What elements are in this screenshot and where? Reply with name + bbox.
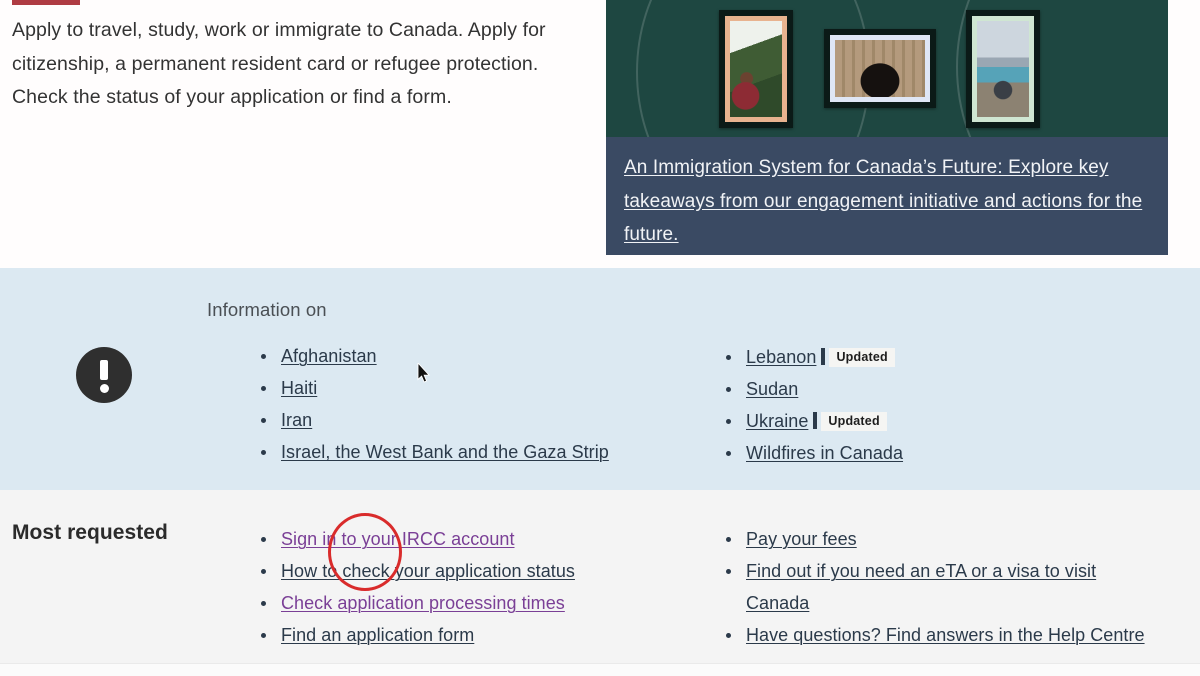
- exclamation-stem: [100, 360, 108, 380]
- most-requested-title: Most requested: [12, 521, 168, 544]
- link-ukraine[interactable]: Ukraine: [746, 411, 808, 431]
- list-item: Sudan: [726, 373, 1133, 405]
- link-sudan[interactable]: Sudan: [746, 379, 798, 399]
- hero-photo-frame-1: [719, 10, 793, 128]
- list-item: Find out if you need an eTA or a visa to…: [726, 555, 1153, 619]
- link-pay-your-fees[interactable]: Pay your fees: [746, 529, 857, 549]
- most-requested-left-column: Sign in to your IRCC account How to chec…: [248, 523, 668, 651]
- most-requested-right-list: Pay your fees Find out if you need an eT…: [713, 523, 1153, 651]
- hero-caption-link[interactable]: An Immigration System for Canada’s Futur…: [624, 151, 1150, 252]
- information-on-label: Information on: [207, 299, 327, 320]
- link-haiti[interactable]: Haiti: [281, 378, 317, 398]
- list-item: Ukraine Updated: [726, 405, 1133, 437]
- badge-separator: [813, 412, 818, 429]
- red-accent-bar: [12, 0, 80, 5]
- photo-person-arms-raised-at-mountain-lake: [977, 21, 1029, 117]
- most-requested-right-column: Pay your fees Find out if you need an eT…: [713, 523, 1153, 651]
- link-wildfires-in-canada[interactable]: Wildfires in Canada: [746, 443, 903, 463]
- hero-photo-frame-3: [966, 10, 1040, 128]
- link-afghanistan[interactable]: Afghanistan: [281, 346, 377, 366]
- exclamation-dot: [99, 384, 109, 393]
- information-on-right-list: Lebanon Updated Sudan Ukraine Updated Wild…: [713, 341, 1133, 469]
- footer-strip: [0, 663, 1200, 676]
- photo-woman-wearing-hijab-smiling: [835, 40, 925, 97]
- list-item: Check application processing times: [261, 587, 668, 619]
- status-badge-updated: Updated: [821, 412, 887, 431]
- list-item: Haiti: [261, 372, 648, 404]
- list-item: Pay your fees: [726, 523, 1153, 555]
- photo-mat: [830, 35, 930, 102]
- list-item: Sign in to your IRCC account: [261, 523, 668, 555]
- link-sign-in-to-ircc-account[interactable]: Sign in to your IRCC account: [281, 529, 515, 549]
- hero-promo-panel[interactable]: An Immigration System for Canada’s Futur…: [606, 0, 1168, 255]
- list-item: Afghanistan: [261, 340, 648, 372]
- link-israel-west-bank-gaza-strip[interactable]: Israel, the West Bank and the Gaza Strip: [281, 442, 609, 462]
- list-item: Israel, the West Bank and the Gaza Strip: [261, 436, 648, 468]
- link-find-an-application-form[interactable]: Find an application form: [281, 625, 474, 645]
- most-requested-left-list: Sign in to your IRCC account How to chec…: [248, 523, 668, 651]
- list-item: Wildfires in Canada: [726, 437, 1133, 469]
- link-check-application-processing-times[interactable]: Check application processing times: [281, 593, 565, 613]
- list-item: Iran: [261, 404, 648, 436]
- badge-separator: [821, 348, 826, 365]
- photo-mat: [725, 16, 787, 122]
- photo-mat: [972, 16, 1034, 122]
- page-root: Apply to travel, study, work or immigrat…: [0, 0, 1200, 676]
- information-on-left-list: Afghanistan Haiti Iran Israel, the West …: [248, 340, 648, 468]
- hero-caption-box: An Immigration System for Canada’s Futur…: [606, 137, 1168, 255]
- list-item: How to check your application status: [261, 555, 668, 587]
- information-on-right-column: Lebanon Updated Sudan Ukraine Updated Wild…: [713, 341, 1133, 469]
- list-item: Find an application form: [261, 619, 668, 651]
- information-on-left-column: Afghanistan Haiti Iran Israel, the West …: [248, 340, 648, 468]
- status-badge-updated: Updated: [829, 348, 895, 367]
- photo-woman-in-red-reaching-up: [730, 21, 782, 117]
- intro-section: Apply to travel, study, work or immigrat…: [0, 0, 1200, 268]
- list-item: Have questions? Find answers in the Help…: [726, 619, 1153, 651]
- hero-photo-frame-2: [824, 29, 936, 108]
- link-lebanon[interactable]: Lebanon: [746, 347, 816, 367]
- link-help-centre[interactable]: Have questions? Find answers in the Help…: [746, 625, 1145, 645]
- list-item: Lebanon Updated: [726, 341, 1133, 373]
- link-iran[interactable]: Iran: [281, 410, 312, 430]
- link-eta-or-visa-to-visit-canada[interactable]: Find out if you need an eTA or a visa to…: [746, 561, 1096, 613]
- link-how-to-check-application-status[interactable]: How to check your application status: [281, 561, 575, 581]
- intro-paragraph: Apply to travel, study, work or immigrat…: [12, 19, 546, 108]
- exclamation-circle-icon: [76, 347, 132, 403]
- hero-artwork: [606, 0, 1168, 137]
